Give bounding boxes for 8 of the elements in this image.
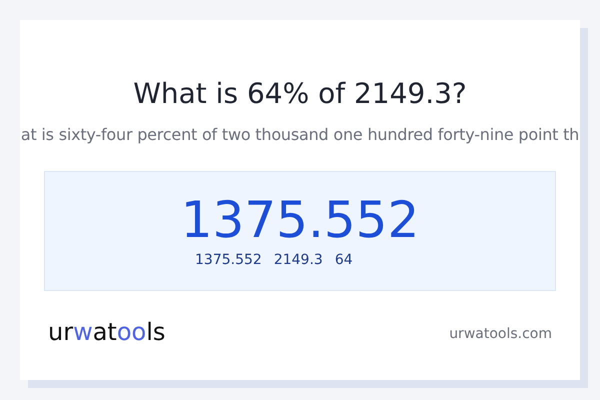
result-detail: 1375.552 (195, 250, 262, 270)
logo: urwatools (48, 319, 166, 345)
result-detail: 64 (334, 250, 353, 270)
page-title: What is 64% of 2149.3? (133, 76, 467, 112)
result-detail: 2149.3 (274, 250, 323, 270)
result-value: 1375.552 (180, 192, 420, 248)
site-url: urwatools.com (449, 325, 552, 344)
subtitle: at is sixty-four percent of two thousand one hundred forty-nine point th (20, 124, 580, 146)
